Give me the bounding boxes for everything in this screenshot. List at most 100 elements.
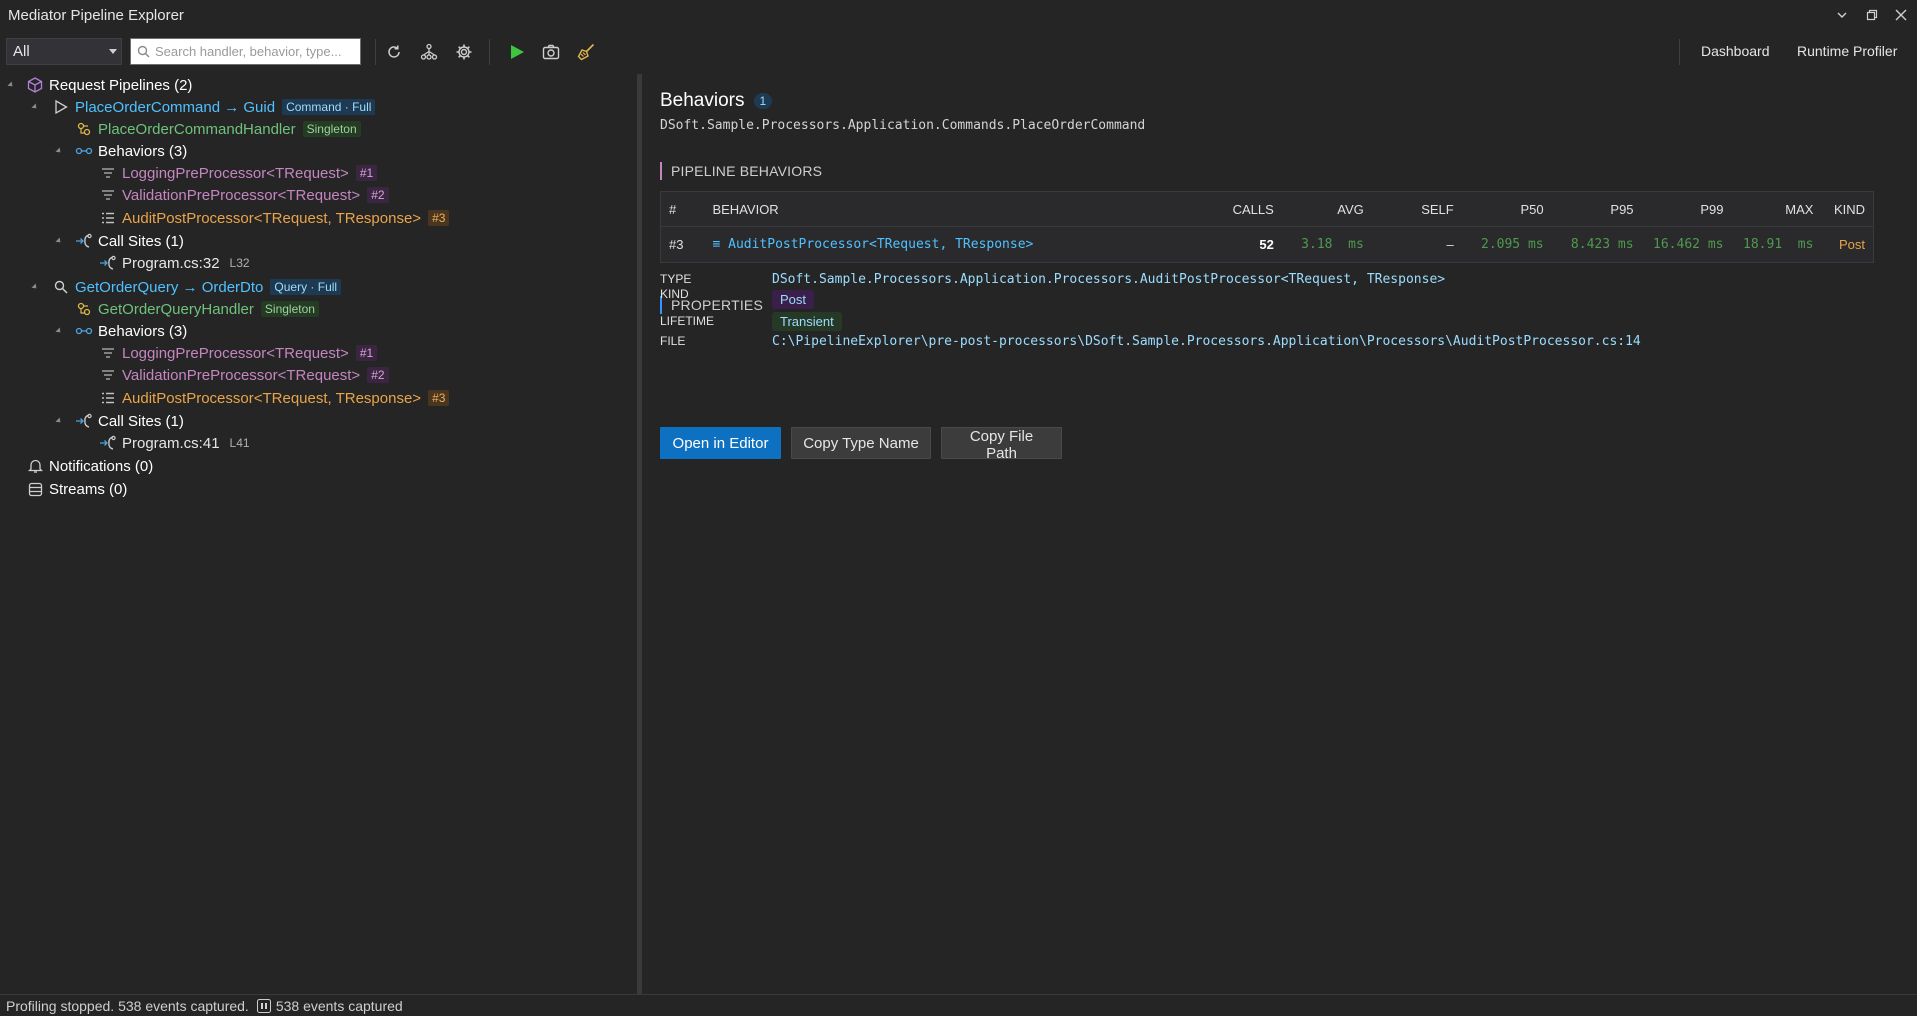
cell-max: 18.91 ms — [1743, 237, 1814, 252]
cell-order: #3 — [669, 237, 684, 252]
tree-item-pipeline[interactable]: GetOrderQuery → OrderDto Query · Full — [52, 276, 342, 298]
call-site-line: L41 — [229, 436, 250, 450]
column-header[interactable]: BEHAVIOR — [704, 191, 1194, 227]
tree-item-pipeline[interactable]: PlaceOrderCommand → Guid Command · Full — [52, 96, 376, 118]
bell-icon — [26, 457, 44, 475]
pause-icon — [256, 998, 271, 1013]
call-site-location: Program.cs:41 — [122, 434, 220, 452]
column-header[interactable]: P95 — [1551, 191, 1642, 227]
cell-behavior[interactable]: ≡ AuditPostProcessor<TRequest, TResponse… — [704, 227, 1193, 263]
search-input[interactable] — [155, 44, 345, 59]
filter-icon — [99, 344, 117, 362]
handler-icon — [75, 120, 93, 138]
detail-title: Behaviors — [660, 90, 745, 111]
cell-p95: 8.423 ms — [1570, 237, 1634, 252]
copy-type-name-button[interactable]: Copy Type Name — [791, 427, 931, 459]
play-outline-icon — [52, 98, 70, 116]
handler-name: GetOrderQueryHandler — [98, 300, 254, 318]
tree-item-behavior-selected[interactable]: AuditPostProcessor<TRequest, TResponse> … — [99, 207, 450, 229]
refresh-icon[interactable] — [383, 41, 405, 63]
tree-item-call-sites[interactable]: Call Sites (1) — [75, 230, 184, 252]
title-bar: Mediator Pipeline Explorer — [0, 0, 1917, 30]
open-in-editor-button[interactable]: Open in Editor — [660, 427, 781, 459]
camera-icon[interactable] — [540, 41, 562, 63]
column-header[interactable]: SELF — [1371, 191, 1462, 227]
pipeline-tag: Command · Full — [282, 99, 376, 115]
cell-avg: 3.18 ms — [1301, 237, 1364, 252]
call-site-icon — [75, 232, 93, 250]
tree-item-notifications[interactable]: Notifications (0) — [26, 455, 153, 477]
lifetime-tag: Singleton — [260, 301, 319, 317]
tree-item-call-site[interactable]: Program.cs:32 L32 — [99, 252, 250, 274]
collapse-icon[interactable] — [1829, 0, 1855, 30]
graph-icon[interactable] — [418, 41, 440, 63]
tree-label: Request Pipelines (2) — [49, 76, 193, 94]
play-icon[interactable] — [506, 41, 528, 63]
column-header[interactable]: P50 — [1461, 191, 1552, 227]
restore-icon[interactable] — [1859, 0, 1885, 30]
close-icon[interactable] — [1888, 0, 1914, 30]
tree-item-call-sites[interactable]: Call Sites (1) — [75, 410, 184, 432]
behavior-order-badge: #1 — [355, 345, 378, 361]
chain-icon — [75, 322, 93, 340]
dashboard-link[interactable]: Dashboard — [1701, 43, 1770, 59]
section-header-pipeline-behaviors: PIPELINE BEHAVIORS — [660, 162, 822, 180]
copy-file-path-button[interactable]: Copy File Path — [941, 427, 1062, 462]
events-count: 538 events captured — [275, 997, 403, 1014]
expand-arrow-icon[interactable] — [55, 327, 63, 335]
column-header[interactable]: # — [660, 191, 705, 227]
notifications-label: Notifications (0) — [49, 457, 154, 475]
behavior-order-badge: #1 — [355, 165, 378, 181]
tree-item-streams[interactable]: Streams (0) — [26, 478, 127, 500]
status-bar: Profiling stopped. 538 events captured. … — [0, 994, 1917, 1016]
tree-item-behaviors[interactable]: Behaviors (3) — [75, 140, 187, 162]
tree-item-behavior[interactable]: LoggingPreProcessor<TRequest> #1 — [99, 162, 378, 184]
chevron-down-icon — [109, 49, 117, 54]
handler-icon — [75, 300, 93, 318]
expand-arrow-icon[interactable] — [55, 147, 63, 155]
tree-item-behavior[interactable]: ValidationPreProcessor<TRequest> #2 — [99, 364, 389, 386]
call-site-icon — [75, 412, 93, 430]
tree-item-request-pipelines[interactable]: Request Pipelines (2) — [26, 74, 192, 96]
search-icon — [52, 278, 70, 296]
search-box[interactable] — [130, 38, 361, 65]
settings-icon[interactable] — [453, 41, 475, 63]
behavior-name: AuditPostProcessor<TRequest, TResponse> — [122, 389, 422, 407]
broom-icon[interactable] — [575, 41, 597, 63]
runtime-profiler-link[interactable]: Runtime Profiler — [1797, 43, 1897, 59]
status-message: Profiling stopped. 538 events captured. — [6, 997, 249, 1014]
detail-header: Behaviors 1 — [660, 90, 773, 112]
tree-item-handler[interactable]: GetOrderQueryHandler Singleton — [75, 298, 319, 320]
expand-arrow-icon[interactable] — [31, 103, 39, 111]
count-badge: 1 — [753, 93, 773, 109]
column-header[interactable]: KIND — [1821, 191, 1874, 227]
toolbar-divider — [1679, 39, 1680, 65]
tree-item-behavior[interactable]: LoggingPreProcessor<TRequest> #1 — [99, 342, 378, 364]
file-path-link[interactable]: C:\PipelineExplorer\pre-post-processors\… — [772, 334, 1641, 349]
tree-item-call-site[interactable]: Program.cs:41 L41 — [99, 432, 250, 454]
behaviors-label: Behaviors (3) — [98, 322, 188, 340]
expand-arrow-icon[interactable] — [31, 283, 39, 291]
behaviors-table: # BEHAVIOR CALLS AVG SELF P50 P95 P99 MA… — [660, 191, 1874, 263]
tree-item-behaviors[interactable]: Behaviors (3) — [75, 320, 187, 342]
column-header[interactable]: AVG — [1281, 191, 1372, 227]
filter-select[interactable]: All — [6, 38, 122, 65]
behavior-order-badge: #3 — [428, 390, 450, 406]
column-header[interactable]: CALLS — [1193, 191, 1282, 227]
tree-item-handler[interactable]: PlaceOrderCommandHandler Singleton — [75, 118, 361, 140]
expand-arrow-icon[interactable] — [7, 81, 15, 89]
behavior-name: LoggingPreProcessor<TRequest> — [122, 164, 349, 182]
expand-arrow-icon[interactable] — [55, 417, 63, 425]
expand-arrow-icon[interactable] — [55, 237, 63, 245]
tree-item-behavior[interactable]: ValidationPreProcessor<TRequest> #2 — [99, 184, 389, 206]
table-row[interactable]: #3 ≡ AuditPostProcessor<TRequest, TRespo… — [661, 227, 1874, 263]
column-header[interactable]: P99 — [1641, 191, 1732, 227]
toolbar-divider — [489, 39, 490, 65]
pipeline-name: PlaceOrderCommand → Guid — [75, 98, 276, 116]
column-header[interactable]: MAX — [1731, 191, 1822, 227]
tree-item-behavior[interactable]: AuditPostProcessor<TRequest, TResponse> … — [99, 387, 450, 409]
detail-subtitle: DSoft.Sample.Processors.Application.Comm… — [660, 118, 1146, 133]
behavior-name: AuditPostProcessor<TRequest, TResponse> — [122, 209, 422, 227]
table-header-row: # BEHAVIOR CALLS AVG SELF P50 P95 P99 MA… — [660, 191, 1874, 227]
filter-icon — [99, 186, 117, 204]
